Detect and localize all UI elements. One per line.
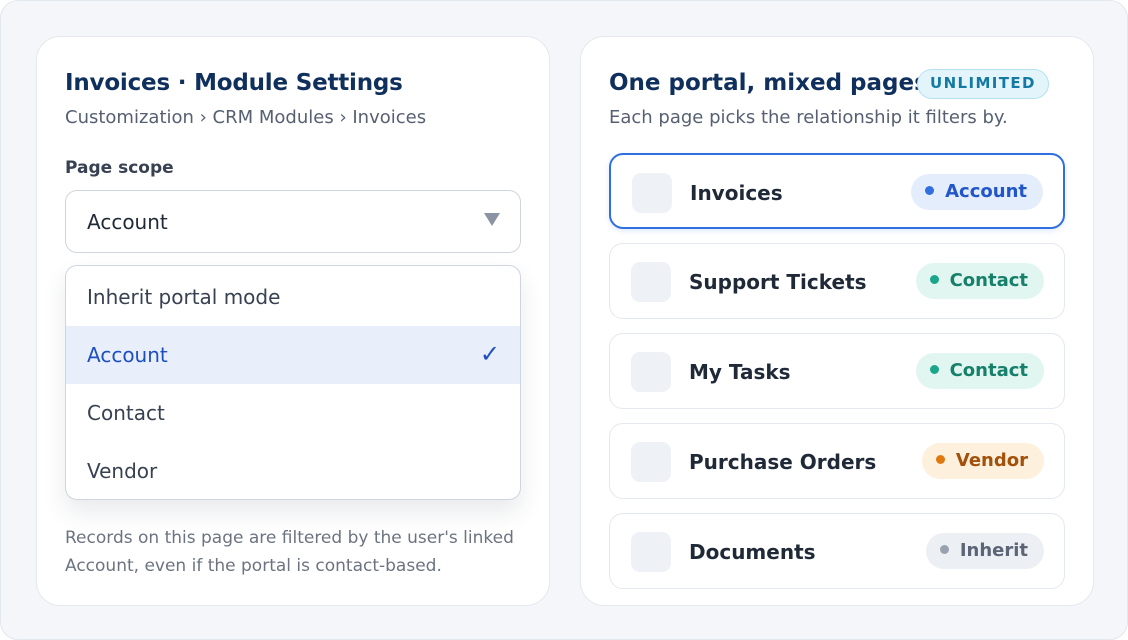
option-vendor[interactable]: Vendor: [66, 442, 520, 499]
option-label: Vendor: [87, 459, 158, 483]
dot-icon: [935, 455, 945, 464]
page-row-my-tasks[interactable]: My Tasks Contact: [609, 333, 1065, 409]
option-account[interactable]: Account ✓: [66, 326, 520, 384]
page-name: Support Tickets: [689, 270, 867, 294]
page-scope-dropdown: Inherit portal mode Account ✓ Contact Ve…: [65, 265, 521, 500]
option-label: Account: [87, 343, 168, 367]
page-row-support-tickets[interactable]: Support Tickets Contact: [609, 243, 1065, 319]
page-icon: [632, 173, 672, 213]
scope-label: Inherit: [959, 540, 1028, 561]
select-value: Account: [87, 210, 168, 234]
scope-label: Contact: [949, 360, 1028, 381]
page-row-invoices[interactable]: Invoices Account: [609, 153, 1065, 229]
scope-label: Account: [945, 181, 1027, 202]
checkmark-icon: ✓: [479, 340, 500, 368]
scope-badge: Vendor: [921, 443, 1044, 479]
page-title: Invoices · Module Settings: [65, 70, 403, 96]
dot-icon: [925, 186, 935, 195]
dot-icon: [929, 275, 939, 284]
option-inherit-portal-mode[interactable]: Inherit portal mode: [66, 268, 520, 326]
page-icon: [631, 262, 671, 302]
scope-badge: Contact: [915, 353, 1044, 389]
page-icon: [631, 532, 671, 572]
module-settings-card: Invoices · Module Settings Customization…: [36, 36, 550, 606]
portal-subtitle: Each page picks the relationship it filt…: [609, 107, 1008, 128]
page-name: My Tasks: [689, 360, 791, 384]
portal-title: One portal, mixed pages: [609, 70, 928, 96]
page-row-purchase-orders[interactable]: Purchase Orders Vendor: [609, 423, 1065, 499]
scope-label: Vendor: [955, 450, 1028, 471]
page-icon: [631, 442, 671, 482]
page-name: Purchase Orders: [689, 450, 877, 474]
caret-down-icon: [484, 213, 500, 226]
option-label: Contact: [87, 401, 165, 425]
scope-badge: Contact: [915, 263, 1044, 299]
page-scope-label: Page scope: [65, 158, 174, 178]
unlimited-badge: UNLIMITED: [917, 69, 1049, 99]
breadcrumb: Customization › CRM Modules › Invoices: [65, 107, 427, 128]
page-row-documents[interactable]: Documents Inherit: [609, 513, 1065, 589]
page-icon: [631, 352, 671, 392]
scope-badge: Account: [911, 174, 1043, 210]
option-label: Inherit portal mode: [87, 285, 281, 309]
dot-icon: [929, 365, 939, 374]
app-frame: Invoices · Module Settings Customization…: [0, 0, 1128, 640]
helper-text: Records on this page are filtered by the…: [65, 528, 514, 576]
scope-label: Contact: [949, 270, 1028, 291]
portal-pages-card: One portal, mixed pages UNLIMITED Each p…: [580, 36, 1094, 606]
page-name: Documents: [689, 540, 816, 564]
page-name: Invoices: [690, 181, 783, 205]
dot-icon: [939, 545, 949, 554]
page-scope-select[interactable]: Account: [65, 190, 521, 253]
scope-badge: Inherit: [925, 533, 1044, 569]
option-contact[interactable]: Contact: [66, 384, 520, 442]
